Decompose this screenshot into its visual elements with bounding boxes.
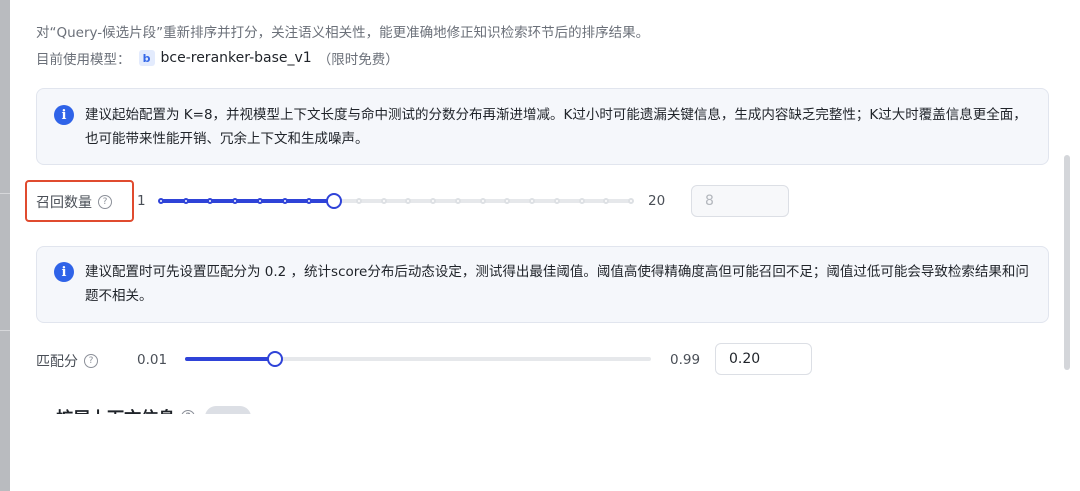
recall-slider-step-dot[interactable] — [553, 198, 560, 204]
model-free-tag: （限时免费） — [317, 52, 399, 68]
recall-slider-handle[interactable] — [326, 193, 343, 209]
current-model-line: 目前使用模型： b bce-reranker-base_v1 （限时免费） — [36, 48, 399, 68]
recall-slider-step-dot[interactable] — [504, 198, 511, 204]
expand-context-row: − 扩展上下文信息 ? — [36, 404, 336, 414]
score-max-label: 0.99 — [670, 352, 701, 368]
recall-slider-step-dot[interactable] — [628, 198, 634, 204]
recall-tip-box: i 建议起始配置为 K=8，并视模型上下文长度与命中测试的分数分布再渐进增减。K… — [36, 88, 1049, 165]
match-score-input[interactable]: 0.20 — [715, 343, 812, 375]
score-slider-handle[interactable] — [267, 351, 284, 367]
question-circle-icon[interactable]: ? — [181, 409, 196, 414]
edge-divider — [0, 330, 10, 331]
recall-max-label: 20 — [648, 193, 666, 209]
model-label: 目前使用模型： — [36, 52, 131, 68]
recall-slider-step-dot[interactable] — [232, 198, 239, 204]
match-score-label: 匹配分 ? — [36, 351, 98, 371]
recall-slider-step-dot[interactable] — [158, 198, 164, 204]
edge-divider — [0, 193, 10, 194]
vertical-scrollbar[interactable] — [1064, 155, 1070, 370]
recall-slider-step-dot[interactable] — [529, 198, 536, 204]
info-icon: i — [54, 262, 74, 282]
recall-slider-step-dot[interactable] — [430, 198, 437, 204]
info-icon: i — [54, 105, 74, 125]
recall-label-highlight — [25, 180, 134, 222]
rerank-description: 对“Query-候选片段”重新排序并打分，关注语义相关性，能更准确地修正知识检索… — [36, 25, 650, 41]
recall-slider-step-dot[interactable] — [454, 198, 461, 204]
model-name: bce-reranker-base_v1 — [160, 50, 312, 66]
recall-slider-step-dot[interactable] — [281, 198, 288, 204]
match-score-label-text: 匹配分 — [36, 354, 78, 370]
recall-slider-step-dot[interactable] — [306, 198, 313, 204]
recall-slider-step-dot[interactable] — [182, 198, 189, 204]
recall-count-input[interactable]: 8 — [691, 185, 789, 217]
collapse-icon[interactable]: − — [36, 407, 56, 415]
recall-tip-text: 建议起始配置为 K=8，并视模型上下文长度与命中测试的分数分布再渐进增减。K过小… — [85, 107, 1027, 147]
question-circle-icon[interactable]: ? — [84, 354, 98, 368]
recall-slider-step-dot[interactable] — [256, 198, 263, 204]
left-edge-strip — [0, 0, 10, 491]
recall-min-label: 1 — [137, 193, 146, 209]
recall-slider-step-dot[interactable] — [405, 198, 412, 204]
settings-panel: 对“Query-候选片段”重新排序并打分，关注语义相关性，能更准确地修正知识检索… — [10, 0, 1080, 491]
recall-slider-step-dot[interactable] — [355, 198, 362, 204]
recall-slider-step-dot[interactable] — [578, 198, 585, 204]
expand-context-toggle[interactable] — [205, 405, 252, 414]
score-min-label: 0.01 — [137, 352, 168, 368]
score-slider-fill — [185, 357, 276, 361]
expand-context-header: − 扩展上下文信息 ? — [36, 404, 252, 415]
model-logo-icon: b — [138, 50, 155, 66]
score-tip-box: i 建议配置时可先设置匹配分为 0.2 ，统计score分布后动态设定，测试得出… — [36, 246, 1049, 323]
recall-slider-step-dot[interactable] — [207, 198, 214, 204]
recall-slider-step-dot[interactable] — [380, 198, 387, 204]
score-tip-text: 建议配置时可先设置匹配分为 0.2 ，统计score分布后动态设定，测试得出最佳… — [85, 264, 1029, 304]
expand-context-label: 扩展上下文信息 — [56, 404, 175, 414]
recall-slider-step-dot[interactable] — [603, 198, 610, 204]
recall-slider-step-dot[interactable] — [479, 198, 486, 204]
